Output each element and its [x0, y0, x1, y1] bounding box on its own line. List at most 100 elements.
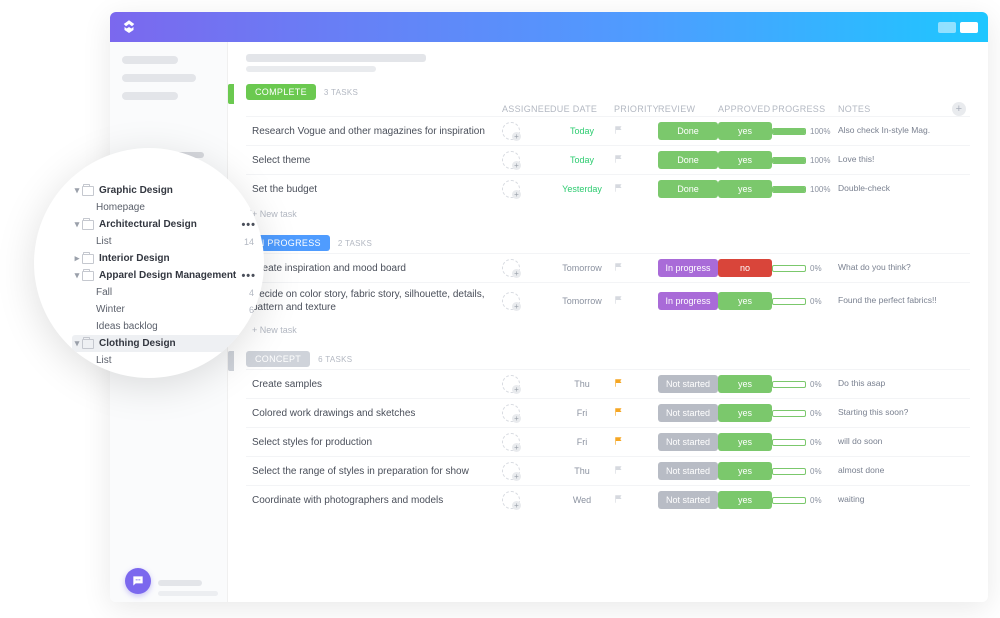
- due-date[interactable]: Yesterday: [550, 184, 614, 194]
- due-date[interactable]: Fri: [550, 408, 614, 418]
- task-row[interactable]: Coordinate with photographers and models…: [246, 485, 970, 514]
- priority-flag[interactable]: [614, 262, 658, 274]
- approved-badge[interactable]: yes: [718, 292, 772, 310]
- progress-cell[interactable]: 0%: [772, 467, 838, 476]
- priority-flag[interactable]: [614, 378, 658, 390]
- review-badge[interactable]: Not started: [658, 404, 718, 422]
- notes-cell[interactable]: Also check In-style Mag.: [838, 126, 952, 136]
- progress-cell[interactable]: 100%: [772, 185, 838, 194]
- priority-flag[interactable]: [614, 465, 658, 477]
- due-date[interactable]: Tomorrow: [550, 263, 614, 273]
- task-row[interactable]: Set the budget Yesterday Done yes 100% D…: [246, 174, 970, 203]
- review-badge[interactable]: In progress: [658, 259, 718, 277]
- sidebar-folder[interactable]: ▾Graphic Design•••: [72, 182, 258, 199]
- sidebar-folder[interactable]: ▾Apparel Design Management•••: [72, 267, 258, 284]
- priority-flag[interactable]: [614, 154, 658, 166]
- task-row[interactable]: Select the range of styles in preparatio…: [246, 456, 970, 485]
- notes-cell[interactable]: will do soon: [838, 437, 952, 447]
- priority-flag[interactable]: [614, 494, 658, 506]
- notes-cell[interactable]: Double-check: [838, 184, 952, 194]
- progress-cell[interactable]: 100%: [772, 156, 838, 165]
- task-row[interactable]: Colored work drawings and sketches Fri N…: [246, 398, 970, 427]
- progress-cell[interactable]: 0%: [772, 264, 838, 273]
- approved-badge[interactable]: no: [718, 259, 772, 277]
- priority-flag[interactable]: [614, 407, 658, 419]
- window-maximize[interactable]: [960, 22, 978, 33]
- due-date[interactable]: Today: [550, 126, 614, 136]
- window-minimize[interactable]: [938, 22, 956, 33]
- sidebar-item[interactable]: Fall4: [72, 284, 258, 301]
- sidebar-item[interactable]: Winter6: [72, 301, 258, 318]
- assignee-add[interactable]: [502, 151, 520, 169]
- task-row[interactable]: Decide on color story, fabric story, sil…: [246, 282, 970, 319]
- assignee-add[interactable]: [502, 122, 520, 140]
- priority-flag[interactable]: [614, 125, 658, 137]
- approved-badge[interactable]: yes: [718, 122, 772, 140]
- approved-badge[interactable]: yes: [718, 462, 772, 480]
- sidebar-item[interactable]: List8: [72, 352, 258, 369]
- task-row[interactable]: Select styles for production Fri Not sta…: [246, 427, 970, 456]
- progress-cell[interactable]: 100%: [772, 127, 838, 136]
- assignee-add[interactable]: [502, 491, 520, 509]
- review-badge[interactable]: Done: [658, 180, 718, 198]
- sidebar-folder[interactable]: ▸Interior Design: [72, 250, 258, 267]
- priority-flag[interactable]: [614, 436, 658, 448]
- chat-fab[interactable]: [125, 568, 151, 594]
- assignee-add[interactable]: [502, 259, 520, 277]
- approved-badge[interactable]: yes: [718, 180, 772, 198]
- sidebar-item[interactable]: Homepage7: [72, 199, 258, 216]
- review-badge[interactable]: In progress: [658, 292, 718, 310]
- status-pill[interactable]: COMPLETE: [246, 84, 316, 100]
- approved-badge[interactable]: yes: [718, 151, 772, 169]
- task-row[interactable]: Create inspiration and mood board Tomorr…: [246, 253, 970, 282]
- due-date[interactable]: Tomorrow: [550, 296, 614, 306]
- notes-cell[interactable]: Do this asap: [838, 379, 952, 389]
- review-badge[interactable]: Done: [658, 151, 718, 169]
- approved-badge[interactable]: yes: [718, 375, 772, 393]
- due-date[interactable]: Thu: [550, 379, 614, 389]
- progress-cell[interactable]: 0%: [772, 438, 838, 447]
- notes-cell[interactable]: What do you think?: [838, 263, 952, 273]
- notes-cell[interactable]: Starting this soon?: [838, 408, 952, 418]
- due-date[interactable]: Wed: [550, 495, 614, 505]
- assignee-add[interactable]: [502, 433, 520, 451]
- priority-flag[interactable]: [614, 183, 658, 195]
- progress-cell[interactable]: 0%: [772, 297, 838, 306]
- approved-badge[interactable]: yes: [718, 491, 772, 509]
- due-date[interactable]: Today: [550, 155, 614, 165]
- due-date[interactable]: Fri: [550, 437, 614, 447]
- task-row[interactable]: Research Vogue and other magazines for i…: [246, 116, 970, 145]
- approved-badge[interactable]: yes: [718, 404, 772, 422]
- review-badge[interactable]: Not started: [658, 433, 718, 451]
- new-task-button[interactable]: + New task: [246, 319, 970, 337]
- approved-badge[interactable]: yes: [718, 433, 772, 451]
- more-icon[interactable]: •••: [241, 338, 256, 350]
- sidebar-folder[interactable]: ▾Architectural Design•••: [72, 216, 258, 233]
- notes-cell[interactable]: almost done: [838, 466, 952, 476]
- sidebar-item[interactable]: List14: [72, 233, 258, 250]
- review-badge[interactable]: Not started: [658, 491, 718, 509]
- progress-cell[interactable]: 0%: [772, 380, 838, 389]
- assignee-add[interactable]: [502, 375, 520, 393]
- new-task-button[interactable]: + New task: [246, 203, 970, 221]
- more-icon[interactable]: •••: [241, 219, 256, 231]
- review-badge[interactable]: Not started: [658, 375, 718, 393]
- progress-cell[interactable]: 0%: [772, 409, 838, 418]
- notes-cell[interactable]: Found the perfect fabrics!!: [838, 296, 952, 306]
- task-row[interactable]: Create samples Thu Not started yes 0% Do…: [246, 369, 970, 398]
- review-badge[interactable]: Not started: [658, 462, 718, 480]
- assignee-add[interactable]: [502, 462, 520, 480]
- priority-flag[interactable]: [614, 295, 658, 307]
- review-badge[interactable]: Done: [658, 122, 718, 140]
- sidebar-item[interactable]: Ideas backlog3: [72, 318, 258, 335]
- assignee-add[interactable]: [502, 180, 520, 198]
- assignee-add[interactable]: [502, 404, 520, 422]
- notes-cell[interactable]: Love this!: [838, 155, 952, 165]
- task-row[interactable]: Select theme Today Done yes 100% Love th…: [246, 145, 970, 174]
- more-icon[interactable]: •••: [241, 185, 256, 197]
- assignee-add[interactable]: [502, 292, 520, 310]
- notes-cell[interactable]: waiting: [838, 495, 952, 505]
- more-icon[interactable]: •••: [241, 270, 256, 282]
- due-date[interactable]: Thu: [550, 466, 614, 476]
- progress-cell[interactable]: 0%: [772, 496, 838, 505]
